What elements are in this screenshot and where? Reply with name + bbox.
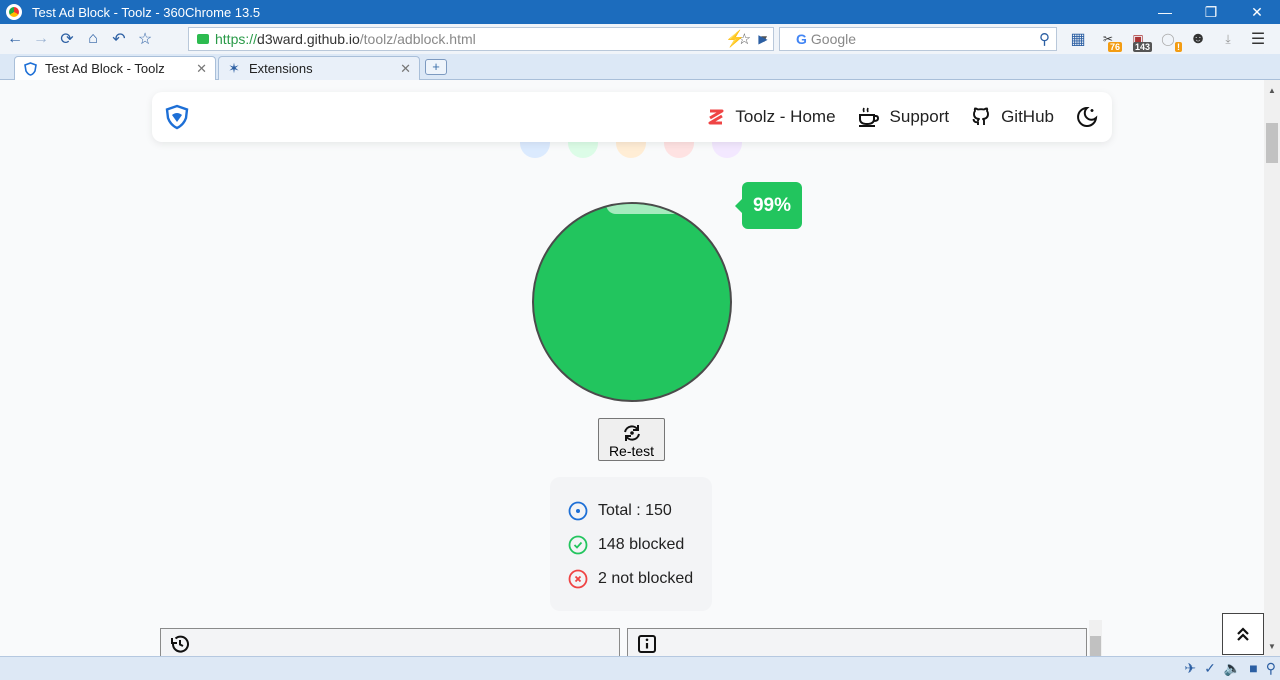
menu-icon[interactable]: ☰ xyxy=(1246,28,1270,50)
tab-label: Extensions xyxy=(249,61,313,76)
scroll-to-top-button[interactable] xyxy=(1222,613,1264,655)
history-icon xyxy=(171,635,189,653)
stats-card: Total : 150 148 blocked 2 not blocked xyxy=(550,477,712,611)
top-navigation: Toolz - Home Support GitHub xyxy=(152,92,1112,142)
url-host: d3ward.github.io xyxy=(257,31,360,47)
info-panel[interactable] xyxy=(627,628,1087,656)
scroll-thumb[interactable] xyxy=(1266,123,1278,163)
window-controls: — ❐ ✕ xyxy=(1142,0,1280,24)
play-icon[interactable]: ▶ xyxy=(750,28,776,50)
target-icon xyxy=(568,501,588,521)
google-logo-icon: G xyxy=(796,31,807,47)
stat-not-blocked-label: 2 not blocked xyxy=(598,570,694,587)
coffee-cup-icon xyxy=(858,107,879,127)
window-title: Test Ad Block - Toolz - 360Chrome 13.5 xyxy=(32,4,261,20)
url-path: /toolz/adblock.html xyxy=(359,31,476,47)
close-window-button[interactable]: ✕ xyxy=(1234,0,1280,24)
moon-icon xyxy=(1077,106,1098,127)
back-icon[interactable]: ← xyxy=(2,28,28,50)
secure-lock-icon xyxy=(197,34,209,44)
tab-test-ad-block[interactable]: Test Ad Block - Toolz ✕ xyxy=(14,56,216,80)
speaker-icon[interactable]: 🔈 xyxy=(1224,660,1241,677)
extension-badge: 143 xyxy=(1132,42,1152,52)
lightning-icon[interactable]: ⚡ xyxy=(722,28,748,50)
percentage-bubble: 99% xyxy=(735,182,802,229)
history-panel[interactable] xyxy=(160,628,620,656)
zoom-icon[interactable]: ⚲ xyxy=(1266,660,1276,677)
liquid-shine xyxy=(606,204,686,214)
toolz-z-icon xyxy=(708,109,724,125)
search-box[interactable]: G Google ⚲ xyxy=(779,27,1057,51)
reload-icon[interactable]: ⟳ xyxy=(54,28,80,50)
result-circle xyxy=(532,202,732,402)
close-tab-icon[interactable]: ✕ xyxy=(400,61,411,77)
status-bar: ✈ ✓ 🔈 ■ ⚲ xyxy=(0,656,1280,680)
puzzle-icon: ✶ xyxy=(228,60,240,76)
scroll-up-arrow-icon[interactable]: ▲ xyxy=(1268,86,1276,95)
x-circle-icon xyxy=(568,569,588,589)
tab-strip: Test Ad Block - Toolz ✕ ✶ Extensions ✕ + xyxy=(0,54,1280,80)
tab-label: Test Ad Block - Toolz xyxy=(45,61,165,76)
info-icon xyxy=(638,635,656,653)
close-tab-icon[interactable]: ✕ xyxy=(196,61,207,77)
address-bar[interactable]: https://d3ward.github.io/toolz/adblock.h… xyxy=(188,27,774,51)
nav-github-link[interactable]: GitHub xyxy=(971,107,1054,127)
stat-blocked-label: 148 blocked xyxy=(598,536,685,553)
toolz-shield-logo-icon[interactable] xyxy=(164,104,190,130)
extension-badge: ! xyxy=(1175,42,1182,52)
stat-total-label: Total : 150 xyxy=(598,502,672,519)
tab-extensions[interactable]: ✶ Extensions ✕ xyxy=(218,56,420,80)
search-placeholder: Google xyxy=(810,31,857,47)
double-chevron-up-icon xyxy=(1237,627,1249,641)
scissors-icon[interactable]: ✂ 76 xyxy=(1096,28,1122,52)
nav-home-link[interactable]: Toolz - Home xyxy=(707,107,836,127)
dark-mode-toggle[interactable] xyxy=(1076,106,1098,128)
page-scrollbar[interactable]: ▲ ▼ xyxy=(1264,80,1280,656)
ghost-icon[interactable]: ◯! xyxy=(1156,28,1182,52)
extension-icons: ▦ ✂ 76 ▣ 143 ◯! ☻ ⤓ ☰ xyxy=(1066,28,1270,52)
face-icon[interactable]: ☻ xyxy=(1186,28,1210,50)
home-icon[interactable]: ⌂ xyxy=(80,28,106,50)
url-scheme: https:// xyxy=(215,31,258,47)
nav-github-label: GitHub xyxy=(1001,107,1054,126)
retest-label: Re-test xyxy=(608,443,655,459)
scroll-down-arrow-icon[interactable]: ▼ xyxy=(1268,642,1276,651)
forward-icon[interactable]: → xyxy=(28,28,54,50)
shield-icon xyxy=(23,61,37,76)
refresh-icon xyxy=(623,425,640,441)
nav-support-link[interactable]: Support xyxy=(858,107,950,127)
window-titlebar: Test Ad Block - Toolz - 360Chrome 13.5 —… xyxy=(0,0,1280,24)
download-icon[interactable]: ⤓ xyxy=(1216,28,1240,50)
browser-logo-icon xyxy=(6,4,22,20)
percentage-value: 99% xyxy=(752,194,792,216)
stat-not-blocked: 2 not blocked xyxy=(568,559,712,599)
satellite-icon[interactable]: ✈ xyxy=(1184,660,1196,677)
retest-button[interactable]: Re-test xyxy=(598,418,665,461)
panel-scrollbar[interactable] xyxy=(1089,620,1102,656)
window-mode-icon[interactable]: ■ xyxy=(1249,660,1257,677)
check-circle-icon xyxy=(568,535,588,555)
page-viewport: Toolz - Home Support GitHub 99% Re-test xyxy=(0,80,1264,656)
minimize-button[interactable]: — xyxy=(1142,0,1188,24)
broom-icon[interactable]: ✓ xyxy=(1204,660,1216,677)
browser-toolbar: ← → ⟳ ⌂ ↶ ☆ https://d3ward.github.io/too… xyxy=(0,24,1280,54)
new-tab-button[interactable]: + xyxy=(425,59,447,75)
nav-support-label: Support xyxy=(889,107,950,126)
restore-button[interactable]: ❐ xyxy=(1188,0,1234,24)
grid-plus-icon[interactable]: ▦ xyxy=(1066,28,1090,50)
nav-home-label: Toolz - Home xyxy=(735,107,836,126)
bookmark-star-icon[interactable]: ☆ xyxy=(132,28,158,50)
extension-badge: 76 xyxy=(1107,42,1122,52)
github-icon xyxy=(972,107,990,125)
undo-close-tab-icon[interactable]: ↶ xyxy=(106,28,132,50)
search-icon[interactable]: ⚲ xyxy=(1039,30,1050,48)
calendar-icon[interactable]: ▣ 143 xyxy=(1126,28,1152,52)
